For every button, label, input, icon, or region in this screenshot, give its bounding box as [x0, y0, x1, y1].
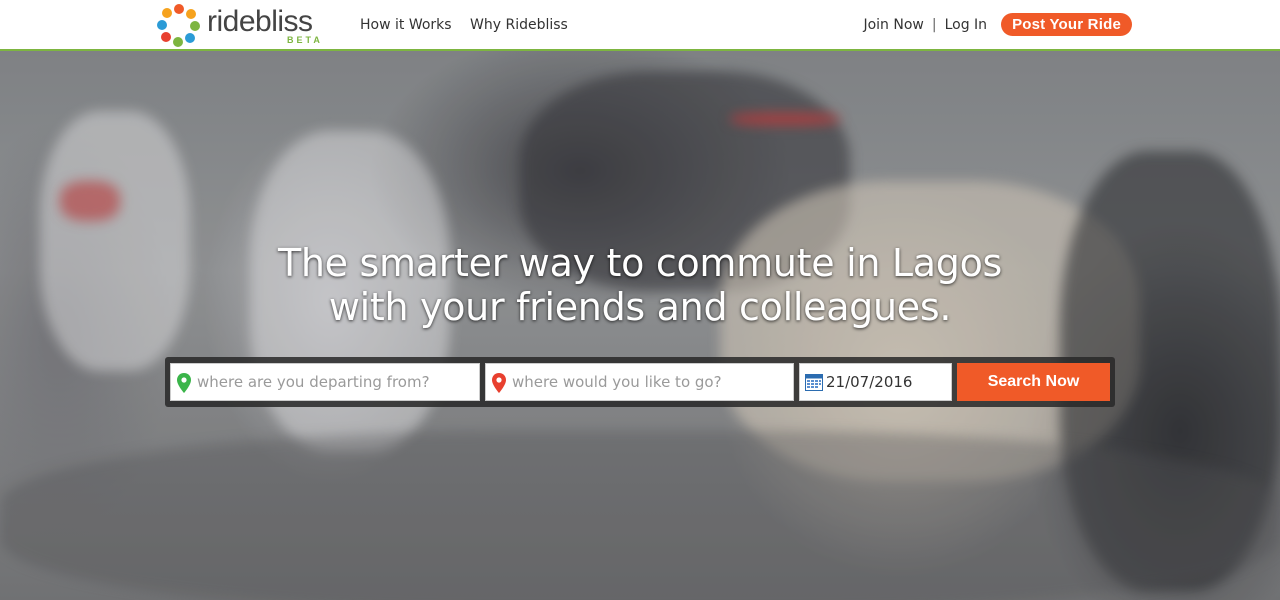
date-input[interactable] — [826, 364, 947, 400]
nav-why-ridebliss[interactable]: Why Ridebliss — [470, 17, 568, 33]
ridebliss-logo-icon — [157, 4, 200, 47]
nav-how-it-works[interactable]: How it Works — [360, 17, 452, 33]
map-pin-green-icon — [177, 373, 191, 393]
destination-input[interactable] — [512, 364, 789, 400]
account-nav: Join Now | Log In Post Your Ride — [863, 13, 1132, 36]
headline-line-1: The smarter way to commute in Lagos — [277, 241, 1003, 285]
departure-input[interactable] — [197, 364, 475, 400]
ride-search-form: Search Now — [165, 357, 1115, 407]
date-field — [799, 363, 952, 401]
nav-separator: | — [931, 16, 937, 33]
join-now-link[interactable]: Join Now — [863, 17, 923, 33]
headline-line-2: with your friends and colleagues. — [328, 285, 952, 329]
ridebliss-logo[interactable]: ridebliss BETA — [157, 3, 332, 47]
calendar-icon[interactable] — [805, 374, 823, 391]
beta-badge: BETA — [287, 35, 323, 45]
main-nav: How it Works Why Ridebliss — [360, 16, 582, 34]
log-in-link[interactable]: Log In — [945, 17, 987, 33]
post-your-ride-button[interactable]: Post Your Ride — [1001, 13, 1132, 36]
departure-field — [170, 363, 480, 401]
map-pin-red-icon — [492, 373, 506, 393]
logo-text: ridebliss — [207, 5, 313, 38]
search-now-button[interactable]: Search Now — [957, 363, 1110, 401]
site-header: ridebliss BETA How it Works Why Rideblis… — [0, 0, 1280, 51]
destination-field — [485, 363, 794, 401]
hero-headline: The smarter way to commute in Lagos with… — [0, 241, 1280, 329]
hero-banner: The smarter way to commute in Lagos with… — [0, 51, 1280, 600]
